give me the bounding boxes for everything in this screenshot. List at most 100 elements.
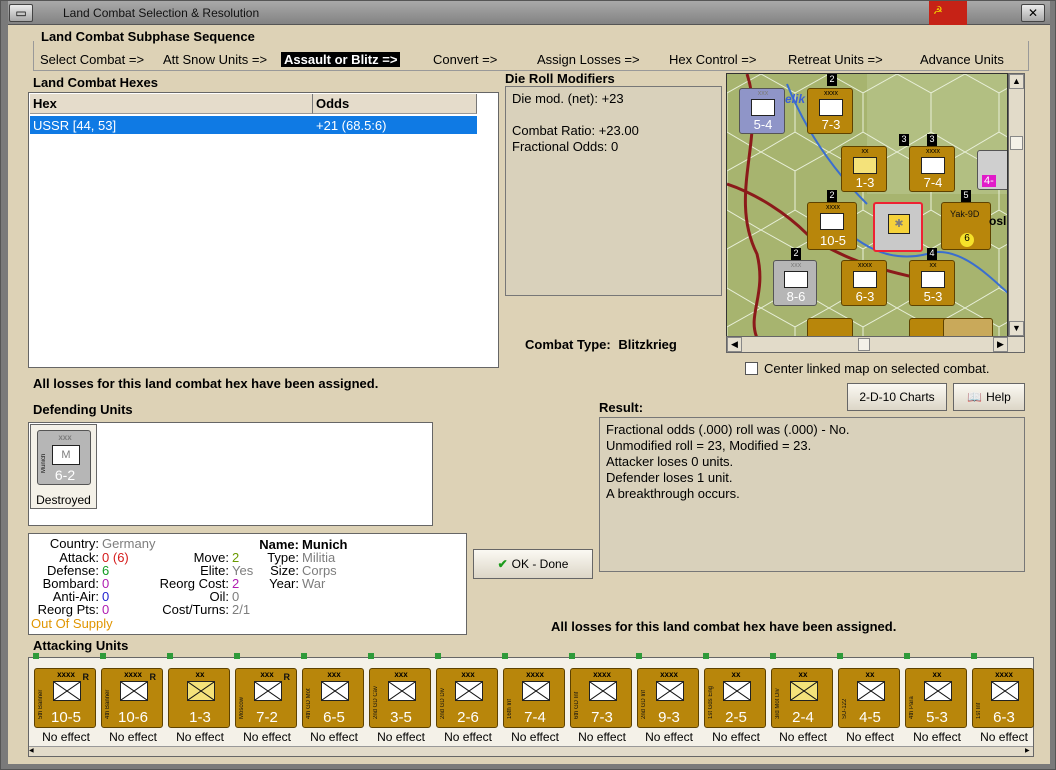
attacking-unit-card[interactable]: xxx 2nd GD Cav 3-5 No effect xyxy=(368,653,434,746)
row-odds: +21 (68.5:6) xyxy=(316,118,387,133)
unit-strength: 2-4 xyxy=(792,709,814,726)
map-counter[interactable]: xxx 5-4 xyxy=(739,88,785,134)
attacking-scrollbar[interactable]: ◀ ▶ xyxy=(29,746,1033,756)
unit-type-icon xyxy=(388,681,416,701)
status-lamp-icon xyxy=(971,653,977,659)
unit-strength: 3-5 xyxy=(390,709,412,726)
step-select-combat: Select Combat => xyxy=(40,52,145,67)
unit-strength: 1-3 xyxy=(189,709,211,726)
map-counter[interactable]: Yak-9D 6 xyxy=(941,202,991,250)
map-counter[interactable]: xx 1-3 xyxy=(841,146,887,192)
attacking-unit-card[interactable]: xxxx 4th Banner R 10-6 No effect xyxy=(100,653,166,746)
defending-list: xxx Munich M 6-2 Destroyed xyxy=(28,422,433,526)
attacking-unit-card[interactable]: xxx Moscow R 7-2 No effect xyxy=(234,653,300,746)
defending-unit-card[interactable]: xxx Munich M 6-2 Destroyed xyxy=(30,424,97,509)
unit-status: No effect xyxy=(913,730,961,744)
status-lamp-icon xyxy=(837,653,843,659)
map-counter[interactable]: xxxx 10-5 xyxy=(807,202,857,250)
attacking-counter: xxx 4th GD Mot 6-5 xyxy=(302,668,364,728)
scroll-up-icon[interactable]: ▲ xyxy=(1009,74,1024,89)
table-row[interactable]: USSR [44, 53] +21 (68.5:6) xyxy=(30,116,477,134)
unit-strength: 7-3 xyxy=(591,709,613,726)
combat-marker-icon: ✱ xyxy=(888,214,910,234)
map-label: elik xyxy=(785,92,806,106)
scroll-thumb[interactable] xyxy=(858,338,870,351)
unit-type-icon xyxy=(254,681,282,701)
col-hex[interactable]: Hex xyxy=(30,94,313,114)
attacking-unit-card[interactable]: xx 3rd Mot Div 2-4 No effect xyxy=(770,653,836,746)
stack-count: 2 xyxy=(827,190,837,202)
attacking-unit-card[interactable]: xxxx 1st Inf 6-3 No effect xyxy=(971,653,1037,746)
map-counter[interactable]: xxx 8-6 xyxy=(773,260,817,306)
reserve-flag: R xyxy=(82,672,90,682)
result-line: A breakthrough occurs. xyxy=(606,486,740,501)
charts-button[interactable]: 2-D-10 Charts xyxy=(847,383,947,411)
attacking-unit-card[interactable]: xxx 2nd GD Div 2-6 No effect xyxy=(435,653,501,746)
map-horizontal-scrollbar[interactable]: ◀ ▶ xyxy=(726,336,1025,353)
attacking-unit-card[interactable]: xxxx 2nd GD Inf 9-3 No effect xyxy=(636,653,702,746)
unit-status: No effect xyxy=(243,730,291,744)
map-vertical-scrollbar[interactable]: ▲ ▼ xyxy=(1008,73,1025,337)
scroll-right-icon[interactable]: ▶ xyxy=(993,337,1008,352)
attacking-unit-card[interactable]: xx 1st Gds Eng 2-5 No effect xyxy=(703,653,769,746)
result-line: Defender loses 1 unit. xyxy=(606,470,733,485)
scroll-left-icon[interactable]: ◀ xyxy=(727,337,742,352)
map-counter[interactable]: 4- xyxy=(977,150,1007,190)
unit-type-icon xyxy=(589,681,617,701)
attacking-counter: xx SU-122 4-5 xyxy=(838,668,900,728)
center-map-checkbox[interactable] xyxy=(745,362,758,375)
map-counter[interactable]: xxxx 7-3 xyxy=(807,88,853,134)
attacking-unit-card[interactable]: xx SU-122 4-5 No effect xyxy=(837,653,903,746)
ok-done-button[interactable]: ✔ OK - Done xyxy=(473,549,593,579)
status-lamp-icon xyxy=(301,653,307,659)
air-unit-icon: 6 xyxy=(960,233,974,247)
map-counter[interactable] xyxy=(807,318,853,336)
attacking-counter: xx 1-3 xyxy=(168,668,230,728)
unit-strength: 9-3 xyxy=(658,709,680,726)
status-lamp-icon xyxy=(569,653,575,659)
info-year: War xyxy=(302,576,326,591)
linked-map[interactable]: xxx 5-4 elik xxxx 7-3 xx 1-3 xxxx 7-4 4-… xyxy=(726,73,1008,337)
attacking-unit-card[interactable]: xxxx 16th Inf 7-4 No effect xyxy=(502,653,568,746)
unit-type-icon xyxy=(522,681,550,701)
unit-size: xxxx xyxy=(593,670,611,679)
unit-size: xxx xyxy=(58,433,72,442)
window-title: Land Combat Selection & Resolution xyxy=(63,6,260,20)
unit-status: No effect xyxy=(645,730,693,744)
hexes-table: Hex Odds USSR [44, 53] +21 (68.5:6) xyxy=(28,92,499,368)
info-reorg: 0 xyxy=(102,602,110,617)
scroll-down-icon[interactable]: ▼ xyxy=(1009,321,1024,336)
help-button[interactable]: 📖 Help xyxy=(953,383,1025,411)
map-counter[interactable]: xxxx 7-4 xyxy=(909,146,955,192)
attacking-counter: xxxx 6th GD Inf 7-3 xyxy=(570,668,632,728)
scroll-right-icon[interactable]: ▶ xyxy=(1025,747,1033,756)
attacking-unit-card[interactable]: xx 1-3 No effect xyxy=(167,653,233,746)
attacking-unit-card[interactable]: xxx 4th GD Mot 6-5 No effect xyxy=(301,653,367,746)
result-line: Fractional odds (.000) roll was (.000) -… xyxy=(606,422,850,437)
info-country: Germany xyxy=(102,536,156,551)
scroll-thumb[interactable] xyxy=(1010,136,1023,150)
attacking-unit-card[interactable]: xxxx 6th GD Inf 7-3 No effect xyxy=(569,653,635,746)
attacking-unit-card[interactable]: xx 4th Para 5-3 No effect xyxy=(904,653,970,746)
militia-symbol-icon: M xyxy=(52,445,80,465)
unit-strength: 6-3 xyxy=(993,709,1015,726)
unit-type-icon xyxy=(455,681,483,701)
map-counter[interactable] xyxy=(943,318,993,336)
system-menu-button[interactable]: ▭ xyxy=(9,4,33,22)
close-button[interactable]: ✕ xyxy=(1021,4,1045,22)
map-counter[interactable]: xx 5-3 xyxy=(909,260,955,306)
attacking-counter: xxxx 1st Inf 6-3 xyxy=(972,668,1034,728)
defending-counter: xxx Munich M 6-2 xyxy=(37,430,91,485)
status-lamp-icon xyxy=(100,653,106,659)
unit-status: No effect xyxy=(109,730,157,744)
target-hex-counter[interactable]: ✱ xyxy=(873,202,923,252)
unit-strength: 6-5 xyxy=(323,709,345,726)
unit-type-icon xyxy=(321,681,349,701)
info-supply: Out Of Supply xyxy=(31,616,113,631)
scroll-left-icon[interactable]: ◀ xyxy=(29,747,37,756)
map-counter[interactable]: xxxx 6-3 xyxy=(841,260,887,306)
unit-status: No effect xyxy=(42,730,90,744)
subphase-header: Land Combat Subphase Sequence xyxy=(41,29,255,44)
attacking-unit-card[interactable]: xxxx 5th Banner R 10-5 No effect xyxy=(33,653,99,746)
col-odds[interactable]: Odds xyxy=(313,94,477,114)
